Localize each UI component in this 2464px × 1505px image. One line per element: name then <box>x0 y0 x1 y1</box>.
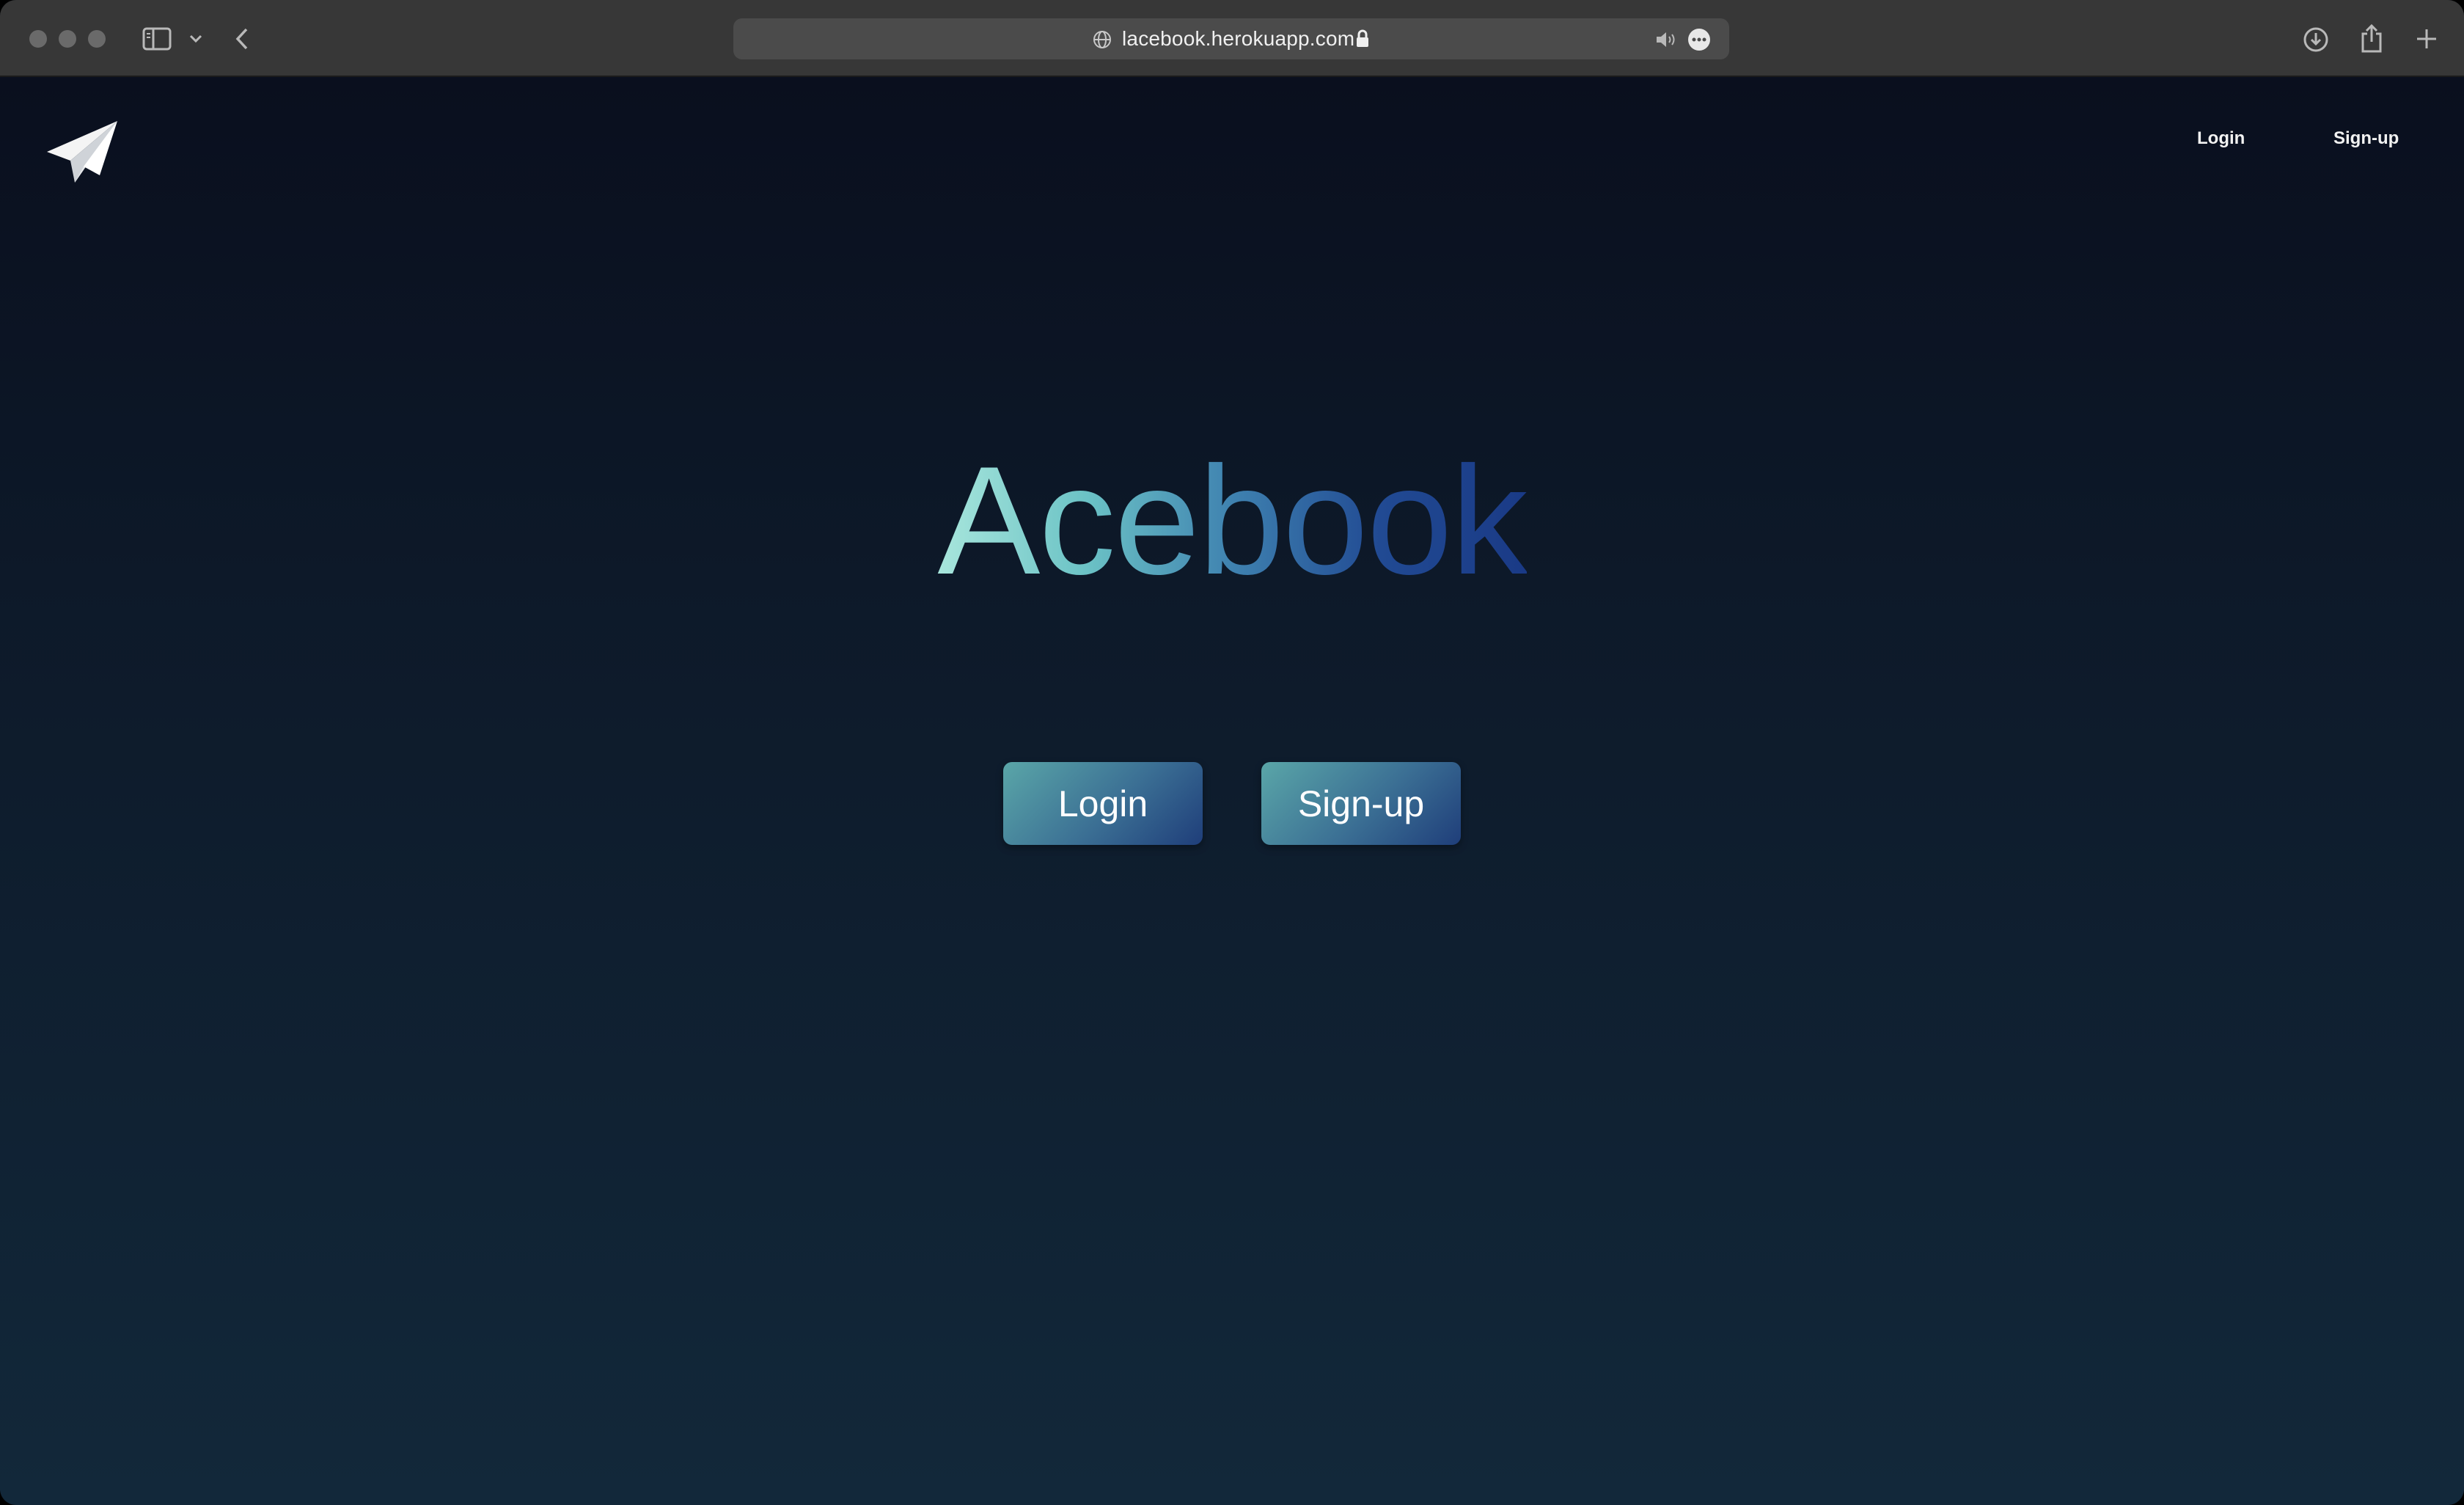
brand-title-text: Acebook <box>937 434 1528 607</box>
sidebar-icon[interactable] <box>141 25 173 53</box>
minimize-window-button[interactable] <box>59 30 76 48</box>
plus-icon[interactable] <box>2413 25 2441 53</box>
login-button[interactable]: Login <box>1003 762 1203 845</box>
signup-button-label: Sign-up <box>1297 783 1425 824</box>
login-button-label: Login <box>1057 783 1148 824</box>
more-icon[interactable] <box>1687 27 1712 52</box>
nav-signup-link[interactable]: Sign-up <box>2333 128 2399 149</box>
landing-page: Login Sign-up Acebook Login Sign-up <box>0 77 2464 1505</box>
nav-login-link[interactable]: Login <box>2197 128 2245 149</box>
browser-window: lacebook.herokuapp.com Login Sign-up Ace… <box>0 0 2464 1505</box>
close-window-button[interactable] <box>29 30 47 48</box>
chevron-down-icon[interactable] <box>186 29 205 48</box>
page-title: Acebook <box>0 444 2464 598</box>
browser-toolbar: lacebook.herokuapp.com <box>0 0 2464 77</box>
globe-icon <box>1091 29 1113 51</box>
chevron-left-icon[interactable] <box>230 25 254 53</box>
address-bar[interactable]: lacebook.herokuapp.com <box>733 18 1729 59</box>
share-icon[interactable] <box>2357 22 2386 54</box>
speaker-icon[interactable] <box>1654 29 1678 51</box>
lock-icon <box>1354 28 1371 50</box>
download-icon[interactable] <box>2301 25 2331 54</box>
signup-button[interactable]: Sign-up <box>1261 762 1461 845</box>
paper-plane-icon[interactable] <box>45 118 119 186</box>
address-bar-url: lacebook.herokuapp.com <box>1122 27 1355 50</box>
zoom-window-button[interactable] <box>88 30 106 48</box>
